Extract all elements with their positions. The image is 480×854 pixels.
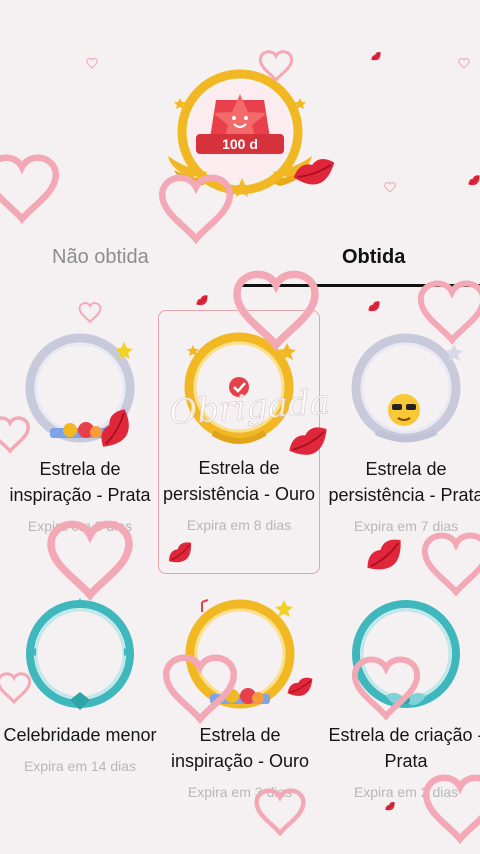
medal-card-selected[interactable]: Estrela de persistência - Ouro Expira em…: [158, 310, 320, 574]
medal-name: Estrela de persistência - Ouro: [162, 458, 316, 504]
medal-card[interactable]: Celebridade menor Expira em 14 dias: [0, 596, 160, 776]
medal-card[interactable]: Estrela de inspiração - Prata Expira em …: [0, 330, 160, 536]
cool-emoji-icon: [388, 394, 420, 426]
medal-card[interactable]: Estrela de persistência - Prata Expira e…: [326, 330, 480, 536]
medal-name: Estrela de persistência - Prata: [328, 459, 480, 505]
hero-badge-text: 100 d: [222, 136, 258, 152]
medal-emblem-icon: 100 d: [168, 69, 312, 197]
medal-expiry: Expira em 7 dias: [353, 518, 459, 534]
teal-gem-frame-icon: [26, 598, 134, 710]
hero-medal: 100 d: [160, 60, 320, 210]
medal-card[interactable]: Estrela de inspiração - Ouro Expira em 3…: [160, 596, 320, 802]
selected-check-icon: [229, 377, 249, 397]
medal-name: Celebridade menor: [3, 725, 157, 745]
medal-expiry: Expira em 8 dias: [27, 518, 133, 534]
medal-expiry: Expira em 8 dias: [186, 517, 292, 533]
medal-expiry: Expira em 3 dias: [187, 784, 293, 800]
medal-expiry: Expira em 2 dias: [353, 784, 459, 800]
silver-star-frame-icon: [25, 333, 135, 443]
medal-name: Estrela de criação - Prata: [328, 725, 480, 771]
medal-name: Estrela de inspiração - Ouro: [170, 725, 310, 771]
tab-active-indicator: [240, 284, 480, 287]
medal-name: Estrela de inspiração - Prata: [9, 459, 151, 505]
teal-bow-frame-icon: [352, 600, 460, 708]
gold-star-frame-icon: [184, 332, 296, 444]
medal-tabs: Não obtida Obtida: [0, 232, 480, 288]
medal-expiry: Expira em 14 dias: [23, 758, 137, 774]
tab-obtained[interactable]: Obtida: [342, 246, 405, 269]
medal-card[interactable]: Estrela de criação - Prata Expira em 2 d…: [326, 596, 480, 802]
silver-wing-frame-icon: [351, 333, 463, 443]
gold-inspiration-frame-icon: [185, 599, 295, 709]
tab-not-obtained[interactable]: Não obtida: [52, 246, 149, 269]
medal-page: 100 d Não obtida Obtida Estrela de inspi…: [0, 0, 480, 854]
